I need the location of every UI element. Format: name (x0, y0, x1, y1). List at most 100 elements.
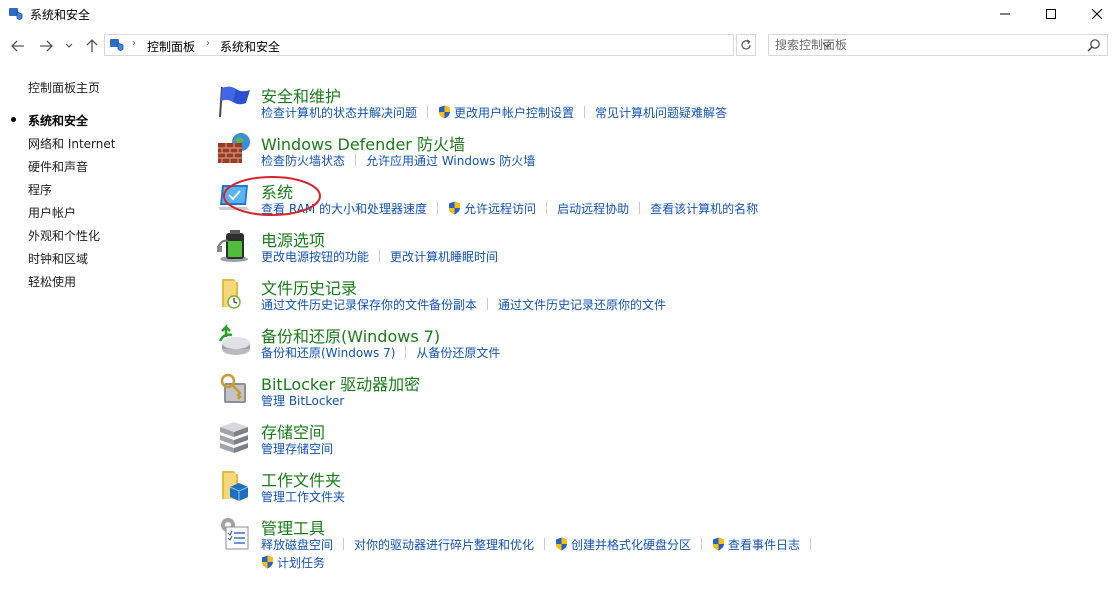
close-icon (1092, 9, 1102, 19)
category-storage-spaces: 存储空间 管理存储空间 (216, 419, 1096, 467)
sidebar-home-link[interactable]: 控制面板主页 (28, 79, 100, 96)
divider (405, 346, 407, 358)
back-button[interactable] (10, 38, 26, 54)
category-system: 系统 查看 RAM 的大小和处理器速度 允许远程访问 启动远程协助 查看该计算机的名称 (216, 179, 1096, 227)
storage-icon (220, 422, 248, 453)
category-links: 管理 BitLocker (261, 392, 344, 409)
divider (355, 154, 357, 166)
chevron-down-icon (65, 43, 73, 48)
breadcrumb-item-control-panel[interactable]: 控制面板 (147, 38, 195, 55)
title-bar: 系统和安全 (0, 0, 1120, 28)
divider (379, 250, 381, 262)
category-links: 管理存储空间 (261, 440, 333, 457)
work-folder-icon (222, 471, 249, 501)
category-links: 检查计算机的状态并解决问题 更改用户帐户控制设置 常见计算机问题疑难解答 (261, 104, 727, 121)
divider (546, 202, 548, 214)
task-link[interactable]: 查看事件日志 (728, 538, 800, 552)
task-link[interactable]: 更改电源按钮的功能 (261, 250, 369, 264)
search-box[interactable] (768, 34, 1108, 56)
divider (639, 202, 641, 214)
sidebar-item-programs[interactable]: 程序 (28, 181, 52, 198)
up-button[interactable] (84, 38, 100, 54)
close-button[interactable] (1074, 0, 1120, 28)
category-links: 通过文件历史记录保存你的文件备份副本 通过文件历史记录还原你的文件 (261, 296, 666, 313)
category-file-history: 文件历史记录 通过文件历史记录保存你的文件备份副本 通过文件历史记录还原你的文件 (216, 275, 1096, 323)
category-links: 更改电源按钮的功能 更改计算机睡眠时间 (261, 248, 498, 265)
category-bitlocker: BitLocker 驱动器加密 管理 BitLocker (216, 371, 1096, 419)
task-link[interactable]: 通过文件历史记录还原你的文件 (498, 298, 666, 312)
divider (427, 106, 429, 118)
firewall-icon (218, 133, 250, 163)
task-link[interactable]: 备份和还原(Windows 7) (261, 346, 395, 360)
arrow-left-icon (11, 40, 24, 52)
sidebar-item-appearance[interactable]: 外观和个性化 (28, 227, 100, 244)
category-links: 管理工作文件夹 (261, 488, 345, 505)
maximize-icon (1046, 9, 1056, 19)
task-link[interactable]: 查看该计算机的名称 (650, 202, 758, 216)
task-link[interactable]: 对你的驱动器进行碎片整理和优化 (354, 538, 534, 552)
divider (584, 106, 586, 118)
task-link[interactable]: 允许远程访问 (464, 202, 536, 216)
search-input[interactable] (775, 36, 1075, 54)
task-link[interactable]: 管理存储空间 (261, 442, 333, 456)
forward-button[interactable] (38, 38, 54, 54)
divider (343, 538, 345, 550)
search-icon[interactable] (1087, 38, 1101, 52)
uac-shield-icon (262, 555, 273, 569)
task-link[interactable]: 检查计算机的状态并解决问题 (261, 106, 417, 120)
category-backup-restore: 备份和还原(Windows 7) 备份和还原(Windows 7) 从备份还原文件 (216, 323, 1096, 371)
task-link[interactable]: 更改计算机睡眠时间 (390, 250, 498, 264)
sidebar-item-user-accounts[interactable]: 用户帐户 (28, 204, 76, 221)
task-link[interactable]: 释放磁盘空间 (261, 538, 333, 552)
minimize-icon (1000, 13, 1010, 15)
breadcrumb-item-system-security[interactable]: 系统和安全 (220, 38, 280, 55)
refresh-icon (741, 39, 751, 50)
category-links-second-line: 计划任务 (261, 554, 325, 571)
maximize-button[interactable] (1028, 0, 1074, 28)
uac-shield-icon (439, 105, 451, 119)
control-panel-icon (9, 8, 23, 20)
divider (810, 538, 812, 550)
divider (544, 538, 546, 550)
address-bar[interactable]: › 控制面板 › 系统和安全 (104, 34, 832, 56)
task-link[interactable]: 计划任务 (277, 556, 325, 570)
uac-shield-icon (556, 537, 568, 551)
window-title: 系统和安全 (30, 8, 91, 22)
battery-icon (217, 230, 248, 262)
task-link[interactable]: 管理工作文件夹 (261, 490, 345, 504)
breadcrumb-separator-icon[interactable]: › (206, 38, 210, 49)
task-link[interactable]: 通过文件历史记录保存你的文件备份副本 (261, 298, 477, 312)
folder-clock-icon (222, 279, 241, 309)
task-link[interactable]: 常见计算机问题疑难解答 (595, 106, 727, 120)
sidebar-item-hardware-sound[interactable]: 硬件和声音 (28, 158, 88, 175)
category-links: 查看 RAM 的大小和处理器速度 允许远程访问 启动远程协助 查看该计算机的名称 (261, 200, 758, 217)
category-links: 检查防火墙状态 允许应用通过 Windows 防火墙 (261, 152, 535, 169)
task-link[interactable]: 创建并格式化硬盘分区 (571, 538, 691, 552)
task-link[interactable]: 启动远程协助 (557, 202, 629, 216)
task-link[interactable]: 检查防火墙状态 (261, 154, 345, 168)
breadcrumb-separator-icon[interactable]: › (132, 38, 136, 49)
recent-locations-button[interactable] (63, 38, 75, 54)
category-firewall: Windows Defender 防火墙 检查防火墙状态 允许应用通过 Windo… (216, 131, 1096, 179)
divider (487, 298, 489, 310)
task-link[interactable]: 允许应用通过 Windows 防火墙 (366, 154, 535, 168)
annotation-circle (223, 176, 321, 216)
category-work-folders: 工作文件夹 管理工作文件夹 (216, 467, 1096, 515)
task-link[interactable]: 更改用户帐户控制设置 (454, 106, 574, 120)
divider (701, 538, 703, 550)
minimize-button[interactable] (982, 0, 1028, 28)
control-panel-icon (110, 39, 124, 51)
task-link[interactable]: 从备份还原文件 (416, 346, 500, 360)
sidebar-item-ease-of-access[interactable]: 轻松使用 (28, 273, 76, 290)
backup-icon (218, 323, 250, 355)
active-bullet-icon (11, 117, 16, 122)
bitlocker-icon (220, 373, 246, 403)
sidebar-item-network-internet[interactable]: 网络和 Internet (28, 135, 115, 152)
refresh-button[interactable] (736, 34, 756, 56)
category-security-maintenance: 安全和维护 检查计算机的状态并解决问题 更改用户帐户控制设置 常见计算机问题疑难解答 (216, 83, 1096, 131)
task-link[interactable]: 管理 BitLocker (261, 394, 344, 408)
sidebar-item-system-security: 系统和安全 (28, 114, 89, 128)
uac-shield-icon (449, 201, 461, 215)
category-administrative-tools: 管理工具 释放磁盘空间 对你的驱动器进行碎片整理和优化 创建并格式化硬盘分区 查看事件… (216, 515, 1096, 570)
sidebar-item-clock-region[interactable]: 时钟和区域 (28, 250, 88, 267)
